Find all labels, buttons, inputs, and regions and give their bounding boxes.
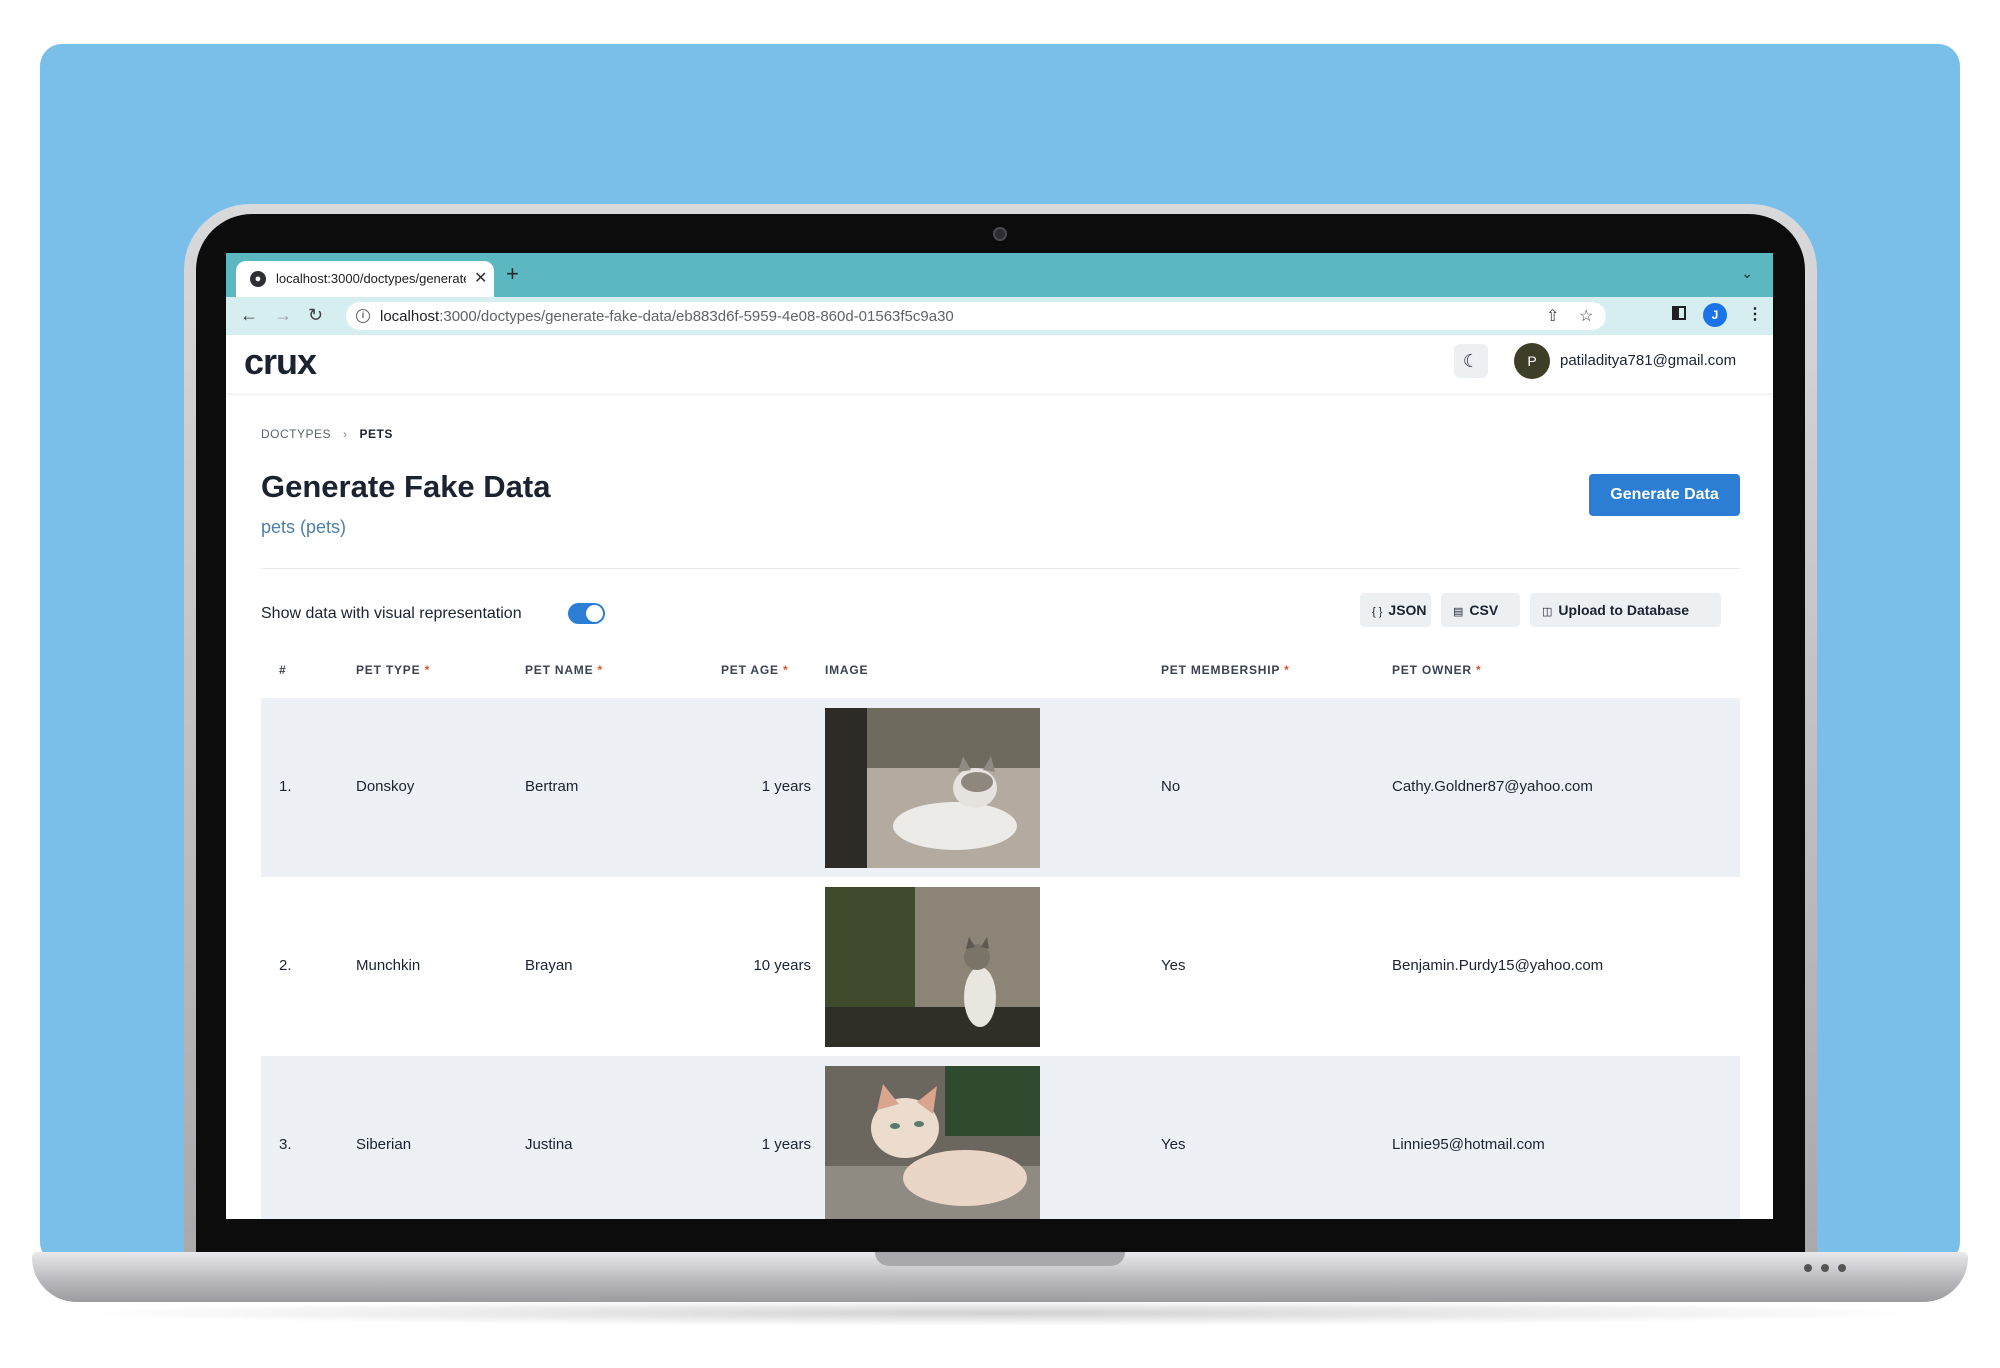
pet-type-cell: Siberian — [356, 1136, 412, 1153]
pet-image — [825, 887, 1040, 1047]
export-json-button[interactable]: { } JSON — [1360, 593, 1431, 627]
browser-toolbar: ← → ↻ i localhost:3000/doctypes/generate… — [226, 297, 1773, 335]
table-row: 3. Siberian Justina 1 years Yes Linnie95… — [261, 1056, 1740, 1219]
column-header-pet-type[interactable]: PET TYPE * — [356, 663, 430, 677]
pet-owner-cell: Cathy.Goldner87@yahoo.com — [1392, 778, 1593, 795]
pet-image — [825, 1066, 1040, 1219]
column-header-image: IMAGE — [825, 663, 869, 677]
laptop-screen: ● localhost:3000/doctypes/generate-fake-… — [226, 253, 1773, 1219]
user-avatar[interactable]: P — [1514, 343, 1550, 379]
laptop-notch — [875, 1252, 1125, 1266]
export-csv-button[interactable]: ▤ CSV — [1441, 593, 1520, 627]
back-arrow-icon[interactable]: ← — [240, 303, 258, 327]
table-row: 2. Munchkin Brayan 10 years Yes Benjamin… — [261, 877, 1740, 1056]
breadcrumb-item-pets: PETS — [359, 427, 393, 441]
toggle-knob — [586, 605, 603, 622]
database-icon: ◫ — [1542, 606, 1553, 618]
upload-to-database-button[interactable]: ◫ Upload to Database — [1530, 593, 1721, 627]
page-subtitle: pets (pets) — [261, 517, 347, 537]
breadcrumb: DOCTYPES › PETS — [261, 427, 393, 441]
chevron-right-icon: › — [343, 427, 348, 441]
reload-icon[interactable]: ↻ — [308, 303, 323, 327]
laptop-shadow — [60, 1300, 1940, 1326]
pet-image — [825, 708, 1040, 868]
tab-title: localhost:3000/doctypes/generate-fake-da… — [276, 271, 466, 286]
braces-icon: { } — [1372, 606, 1383, 618]
chevron-down-icon[interactable]: ⌄ — [1741, 265, 1753, 282]
browser-tabstrip: ● localhost:3000/doctypes/generate-fake-… — [226, 253, 1773, 297]
column-header-pet-age[interactable]: PET AGE * — [721, 663, 788, 677]
side-panel-icon[interactable] — [1672, 306, 1686, 320]
app-header: crux ☾ P patiladitya781@gmail.com — [226, 335, 1773, 393]
visual-representation-toggle[interactable] — [568, 603, 605, 624]
pet-age-cell: 1 years — [761, 1136, 811, 1153]
pet-age-cell: 1 years — [761, 778, 811, 795]
pet-membership-cell: Yes — [1161, 957, 1186, 974]
browser-tab[interactable]: ● localhost:3000/doctypes/generate-fake-… — [236, 261, 494, 297]
address-bar[interactable]: i localhost:3000/doctypes/generate-fake-… — [346, 302, 1606, 330]
row-index: 1. — [279, 778, 292, 795]
globe-icon: ● — [250, 271, 266, 287]
url-text: localhost:3000/doctypes/generate-fake-da… — [380, 308, 954, 325]
pet-type-cell: Donskoy — [356, 778, 415, 795]
pet-name-cell: Brayan — [525, 957, 573, 974]
pet-owner-cell: Benjamin.Purdy15@yahoo.com — [1392, 957, 1604, 974]
pet-age-cell: 10 years — [753, 957, 811, 974]
browser-profile-avatar[interactable]: J — [1703, 303, 1727, 327]
site-info-icon[interactable]: i — [356, 309, 370, 323]
pet-name-cell: Bertram — [525, 778, 579, 795]
webcam-icon — [993, 227, 1007, 241]
visual-toggle-label: Show data with visual representation — [261, 605, 522, 622]
divider — [261, 568, 1740, 569]
pet-owner-cell: Linnie95@hotmail.com — [1392, 1136, 1545, 1153]
row-index: 2. — [279, 957, 292, 974]
close-tab-icon[interactable]: ✕ — [474, 268, 487, 288]
laptop-indicator-lights — [1804, 1259, 1855, 1277]
generate-data-button[interactable]: Generate Data — [1589, 474, 1740, 516]
more-menu-icon[interactable]: ⋮ — [1747, 304, 1763, 324]
column-header-pet-owner[interactable]: PET OWNER * — [1392, 663, 1482, 677]
moon-icon[interactable]: ☾ — [1454, 344, 1488, 378]
bookmark-star-icon[interactable]: ☆ — [1579, 306, 1593, 326]
new-tab-icon[interactable]: + — [506, 263, 519, 285]
csv-file-icon: ▤ — [1453, 606, 1464, 618]
pet-name-cell: Justina — [525, 1136, 573, 1153]
breadcrumb-item-doctypes[interactable]: DOCTYPES — [261, 427, 331, 441]
forward-arrow-icon[interactable]: → — [274, 303, 292, 327]
pet-membership-cell: No — [1161, 778, 1181, 795]
user-email[interactable]: patiladitya781@gmail.com — [1560, 352, 1736, 369]
pet-membership-cell: Yes — [1161, 1136, 1186, 1153]
column-header-pet-membership[interactable]: PET MEMBERSHIP * — [1161, 663, 1290, 677]
share-icon[interactable]: ⇧ — [1546, 306, 1559, 326]
app-logo[interactable]: crux — [244, 341, 317, 383]
pet-type-cell: Munchkin — [356, 957, 421, 974]
row-index: 3. — [279, 1136, 292, 1153]
column-header-index: # — [279, 663, 287, 677]
page-title: Generate Fake Data — [261, 469, 551, 504]
column-header-pet-name[interactable]: PET NAME * — [525, 663, 603, 677]
table-row: 1. Donskoy Bertram 1 years No Cathy.Gold… — [261, 698, 1740, 877]
table-header: # PET TYPE * PET NAME * PET AGE * IMAGE … — [261, 663, 1740, 697]
